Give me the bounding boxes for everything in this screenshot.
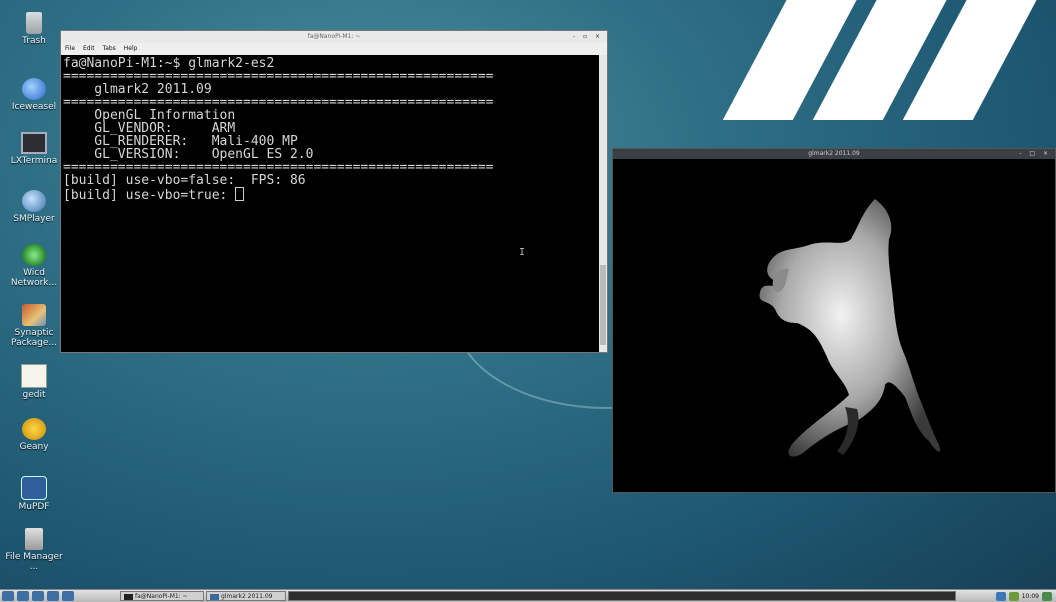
menu-edit[interactable]: Edit <box>83 45 95 52</box>
system-tray: 10:09 <box>995 591 1052 601</box>
desktop-icon-label: Geany <box>19 442 49 452</box>
terminal-launcher-icon[interactable] <box>47 591 59 601</box>
glmark-window[interactable]: glmark2 2011.09 - □ × <box>612 148 1056 493</box>
update-tray-icon[interactable] <box>1042 591 1052 601</box>
menu-help[interactable]: Help <box>124 45 138 52</box>
menu-launcher-icon[interactable] <box>2 591 14 601</box>
terminal-prompt-line: [build] use-vbo=true: <box>63 187 599 202</box>
terminal-icon <box>21 132 47 154</box>
launcher-bar <box>2 591 74 601</box>
iceweasel-icon <box>22 78 46 100</box>
scrollbar-thumb[interactable] <box>600 265 606 345</box>
gedit-icon <box>21 364 47 388</box>
desktop-icon-label: File Manager ... <box>5 552 63 572</box>
browser-launcher-icon[interactable] <box>32 591 44 601</box>
taskbar: fa@NanoPi-M1: ~ glmark2 2011.09 10:09 <box>0 589 1056 602</box>
taskbar-item-label: fa@NanoPi-M1: ~ <box>135 593 188 600</box>
desktop-icon-label: SMPlayer <box>13 214 55 224</box>
taskbar-item-terminal[interactable]: fa@NanoPi-M1: ~ <box>120 591 204 601</box>
desktop-icon-synaptic[interactable]: Synaptic Package... <box>0 304 68 348</box>
desktop-icon-label: gedit <box>22 390 46 400</box>
taskbar-item-glmark[interactable]: glmark2 2011.09 <box>206 591 286 601</box>
desktop-icon-label: Trash <box>22 36 46 46</box>
terminal-window[interactable]: fa@NanoPi-M1: ~ - ▫ × File Edit Tabs Hel… <box>60 30 608 353</box>
desktop-icon-label: Wicd Network... <box>10 268 58 288</box>
wicd-network-icon <box>22 244 46 266</box>
desktop-icon-geany[interactable]: Geany <box>0 418 68 452</box>
clock[interactable]: 10:09 <box>1022 593 1039 600</box>
text-cursor <box>235 187 245 201</box>
desktop-icon-iceweasel[interactable]: Iceweasel <box>0 78 68 112</box>
taskbar-empty-area <box>288 591 956 601</box>
terminal-titlebar[interactable]: fa@NanoPi-M1: ~ - ▫ × <box>61 31 607 43</box>
geany-icon <box>22 418 46 440</box>
desktop-icon-wicd[interactable]: Wicd Network... <box>0 244 68 288</box>
terminal-title: fa@NanoPi-M1: ~ <box>307 33 361 40</box>
glmark-titlebar[interactable]: glmark2 2011.09 - □ × <box>613 149 1055 159</box>
terminal-line: [build] use-vbo=false: FPS: 86 <box>63 173 306 188</box>
file-manager-icon <box>25 528 43 550</box>
desktop-icon-label: Synaptic Package... <box>11 328 57 348</box>
terminal-line: [build] use-vbo=true: <box>63 188 236 203</box>
smplayer-icon <box>22 190 46 212</box>
window-controls[interactable]: - □ × <box>1019 149 1051 159</box>
desktop-icon-label: LXTermina <box>10 156 58 166</box>
glmark-title: glmark2 2011.09 <box>808 150 860 157</box>
trash-icon <box>26 12 42 34</box>
desktop-icon-trash[interactable]: Trash <box>0 12 68 46</box>
desktop-icon-label: MuPDF <box>18 502 50 512</box>
desktop-icon-gedit[interactable]: gedit <box>0 364 68 400</box>
desktop-icon-terminal[interactable]: LXTermina <box>0 132 68 166</box>
volume-tray-icon[interactable] <box>1008 591 1019 601</box>
desktop-launcher-icon[interactable] <box>62 591 74 601</box>
mupdf-icon <box>21 476 47 500</box>
desktop-icon-mupdf[interactable]: MuPDF <box>0 476 68 512</box>
menu-tabs[interactable]: Tabs <box>103 45 116 52</box>
horse-render <box>759 199 941 457</box>
terminal-menubar: File Edit Tabs Help <box>61 43 607 55</box>
terminal-output[interactable]: fa@NanoPi-M1:~$ glmark2-es2 =============… <box>61 55 599 352</box>
taskbar-item-label: glmark2 2011.09 <box>221 593 273 600</box>
window-controls[interactable]: - ▫ × <box>573 31 603 43</box>
desktop-icon-smplayer[interactable]: SMPlayer <box>0 190 68 224</box>
menu-file[interactable]: File <box>65 45 75 52</box>
desktop-icon-file-manager[interactable]: File Manager ... <box>0 528 68 572</box>
synaptic-icon <box>22 304 46 326</box>
mouse-ibeam-cursor: I <box>519 247 526 258</box>
file-manager-launcher-icon[interactable] <box>17 591 29 601</box>
desktop-icon-label: Iceweasel <box>11 102 57 112</box>
terminal-scrollbar[interactable] <box>599 55 607 352</box>
network-tray-icon[interactable] <box>995 591 1006 601</box>
